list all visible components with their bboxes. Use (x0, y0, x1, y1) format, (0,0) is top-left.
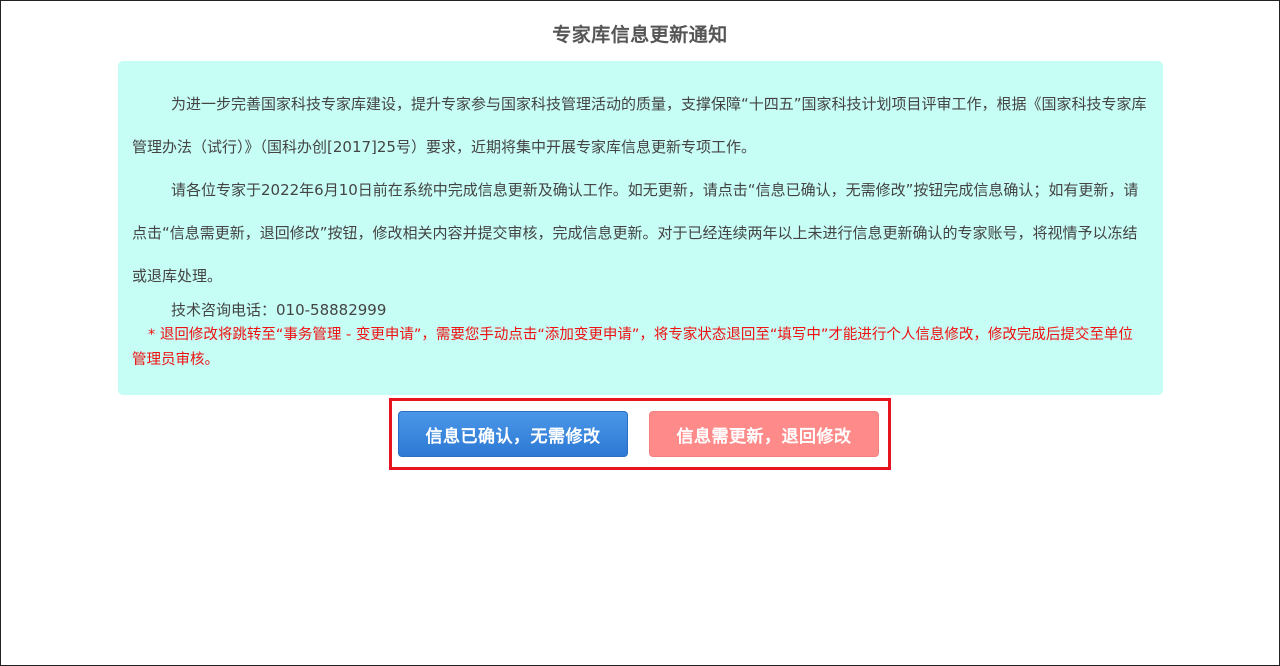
notice-paragraph-instructions: 请各位专家于2022年6月10日前在系统中完成信息更新及确认工作。如无更新，请点… (132, 181, 1139, 285)
notice-paragraph-intro: 为进一步完善国家科技专家库建设，提升专家参与国家科技管理活动的质量，支撑保障“十… (132, 95, 1147, 156)
contact-phone: 技术咨询电话：010-58882999 (171, 301, 387, 319)
confirm-no-change-button[interactable]: 信息已确认，无需修改 (398, 411, 628, 457)
action-button-group: 信息已确认，无需修改 信息需更新，退回修改 (389, 398, 891, 470)
notice-box: 为进一步完善国家科技专家库建设，提升专家参与国家科技管理活动的质量，支撑保障“十… (118, 61, 1163, 395)
warning-note: * 退回修改将跳转至“事务管理 - 变更申请”，需要您手动点击“添加变更申请”，… (132, 327, 1133, 368)
needs-update-return-button[interactable]: 信息需更新，退回修改 (649, 411, 879, 457)
page-title: 专家库信息更新通知 (552, 24, 728, 46)
